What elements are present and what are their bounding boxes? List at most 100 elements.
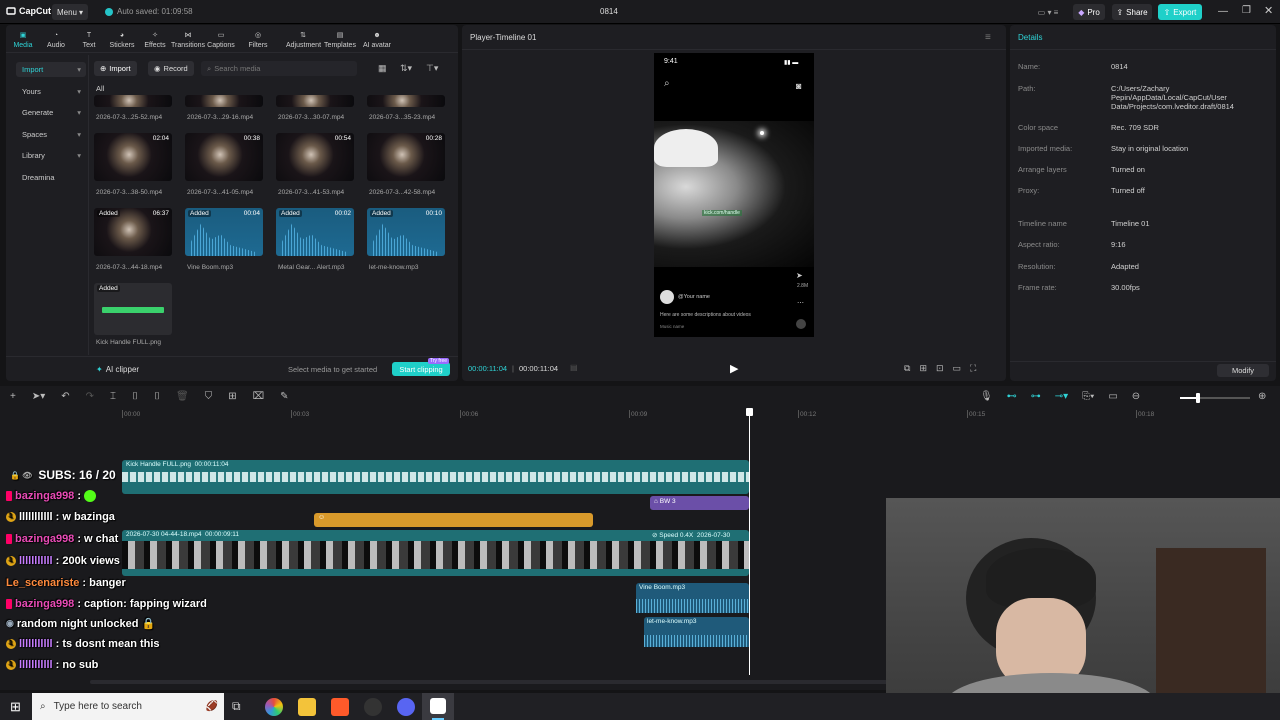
- undo-icon[interactable]: ↶: [61, 391, 69, 402]
- tab-transitions[interactable]: ⋈ Transitions: [171, 28, 205, 49]
- delete-icon[interactable]: 🗑: [176, 391, 189, 402]
- zoom-handle[interactable]: [1196, 393, 1200, 403]
- sticker-clip[interactable]: ☺: [314, 513, 593, 527]
- brave-icon[interactable]: [331, 698, 349, 716]
- video-thumbnail[interactable]: [185, 95, 263, 107]
- audio-clip-letme[interactable]: let-me-know.mp3: [644, 617, 749, 647]
- task-view-icon[interactable]: ⧉: [232, 699, 241, 714]
- split-right-icon[interactable]: ⌷: [154, 391, 160, 402]
- crop-icon[interactable]: ⊡: [936, 363, 944, 374]
- minimize-icon[interactable]: —: [1218, 6, 1228, 17]
- detail-value: 9:16: [1111, 240, 1126, 249]
- split-icon[interactable]: ⌶: [110, 391, 116, 402]
- tab-stickers[interactable]: ◕ Stickers: [105, 28, 139, 50]
- tab-effects[interactable]: ✧ Effects: [138, 28, 172, 49]
- main-video-clip[interactable]: 2026-07-30 04-44-18.mp4 00:00:09:11 ⊘ Sp…: [122, 530, 749, 576]
- audio-thumbnail[interactable]: 00:04 Added: [185, 208, 263, 256]
- sidebar-item-yours[interactable]: Yours ▾: [16, 84, 86, 99]
- video-thumbnail[interactable]: 00:38: [185, 133, 263, 181]
- video-thumbnail[interactable]: 02:04: [94, 133, 172, 181]
- obs-icon[interactable]: [364, 698, 382, 716]
- sidebar-item-spaces[interactable]: Spaces ▾: [16, 127, 86, 142]
- video-thumbnail[interactable]: 06:37 Added: [94, 208, 172, 256]
- hamburger-icon[interactable]: ≡: [985, 32, 991, 43]
- link-icon[interactable]: ⊷: [1007, 391, 1017, 402]
- snapshot-icon[interactable]: ⧉: [904, 363, 910, 374]
- close-icon[interactable]: ✕: [1264, 4, 1273, 17]
- magnet-icon[interactable]: ⊶: [1031, 391, 1041, 402]
- tab-captions[interactable]: ▭ Captions: [204, 28, 238, 49]
- split-left-icon[interactable]: ⌷: [132, 391, 138, 402]
- list-icon[interactable]: ▤: [570, 363, 578, 372]
- menu-button[interactable]: Menu ▾: [52, 4, 88, 20]
- taskbar-search[interactable]: ⌕ Type here to search 🏈: [32, 693, 224, 720]
- windows-icon[interactable]: ⊞: [10, 699, 21, 715]
- image-clip[interactable]: Kick Handle FULL.png 00:00:11:04: [122, 460, 749, 494]
- pro-button[interactable]: ◆ Pro: [1073, 4, 1105, 20]
- more-icon: ⋯: [797, 300, 804, 307]
- share-button[interactable]: ⇪ Share: [1112, 4, 1152, 20]
- tab-filters[interactable]: ◎ Filters: [241, 28, 275, 49]
- file-explorer-icon[interactable]: [298, 698, 316, 716]
- ai-clipper[interactable]: ✦ AI clipper: [96, 365, 139, 374]
- layout-button[interactable]: ▭ ▾ ≡: [1028, 4, 1068, 20]
- discord-icon[interactable]: [397, 698, 415, 716]
- select-tool-icon[interactable]: ➤▾: [32, 391, 45, 402]
- description: Here are some descriptions about videos: [660, 312, 751, 318]
- video-thumbnail[interactable]: [276, 95, 354, 107]
- import-button[interactable]: ⊕ Import: [94, 61, 137, 76]
- freeze-icon[interactable]: ⊞: [228, 391, 236, 402]
- video-thumbnail[interactable]: [367, 95, 445, 107]
- play-icon[interactable]: ▶: [730, 362, 738, 375]
- audio-clip-vine[interactable]: Vine Boom.mp3: [636, 583, 749, 613]
- magic-icon[interactable]: ✎: [280, 391, 288, 402]
- tab-templates[interactable]: ▤ Templates: [323, 28, 357, 49]
- video-thumbnail[interactable]: Added: [94, 283, 172, 335]
- redo-icon[interactable]: ↷: [86, 391, 94, 402]
- tab-text[interactable]: T Text: [72, 28, 106, 50]
- playhead[interactable]: [749, 410, 750, 675]
- search-input[interactable]: ⌕ Search media: [201, 61, 357, 76]
- tab-ai-avatar[interactable]: ☻ AI avatar: [360, 28, 394, 50]
- zoom-out-icon[interactable]: ⊖: [1132, 391, 1140, 402]
- export-button[interactable]: ⇧ Export: [1158, 4, 1202, 20]
- full-icon[interactable]: ⊞: [919, 363, 927, 374]
- video-thumbnail[interactable]: [94, 95, 172, 107]
- crop-icon[interactable]: ⌧: [253, 391, 265, 402]
- zoom-slider[interactable]: [1180, 397, 1250, 399]
- start-clipping-button[interactable]: Start clipping: [392, 362, 450, 376]
- video-thumbnail[interactable]: 00:54: [276, 133, 354, 181]
- timeline-ruler[interactable]: 00:00 00:03 00:06 00:09 00:12 00:15 00:18: [0, 408, 1280, 420]
- caption-icon[interactable]: ▭: [1108, 391, 1117, 402]
- shield-icon[interactable]: ⛉: [205, 391, 213, 402]
- capcut-taskbar-item[interactable]: [422, 693, 454, 720]
- sidebar-item-dreamina[interactable]: Dreamina: [16, 170, 86, 185]
- audio-thumbnail[interactable]: 00:10 Added: [367, 208, 445, 256]
- mic-icon[interactable]: 🎙: [980, 391, 993, 402]
- tab-media[interactable]: ▣ Media: [6, 28, 40, 49]
- audio-thumbnail[interactable]: 00:02 Added: [276, 208, 354, 256]
- sort-icon[interactable]: ⇅▾: [400, 63, 412, 74]
- grid-view-icon[interactable]: ▦: [378, 63, 387, 74]
- tab-audio[interactable]: ◔ Audio: [39, 28, 73, 50]
- sidebar-item-library[interactable]: Library ▾: [16, 148, 86, 163]
- modify-button[interactable]: Modify: [1217, 364, 1269, 377]
- ratio-icon[interactable]: ▭: [953, 363, 962, 374]
- add-icon[interactable]: +: [10, 391, 16, 402]
- copilot-icon[interactable]: [265, 698, 283, 716]
- effect-clip[interactable]: ⌂ BW 3: [650, 496, 749, 510]
- video-thumbnail[interactable]: 00:28: [367, 133, 445, 181]
- snap-icon[interactable]: ⊸▾: [1055, 391, 1068, 402]
- sidebar-item-import[interactable]: Import ▾: [16, 62, 86, 77]
- fullscreen-icon[interactable]: ⛶: [970, 363, 976, 374]
- record-button[interactable]: ◉ Record: [148, 61, 194, 76]
- sidebar-item-generate[interactable]: Generate ▾: [16, 105, 86, 120]
- filter-icon[interactable]: ⊤▾: [426, 63, 438, 74]
- video-preview[interactable]: 9:41 ▮▮ ▬ ⌕ ◙ kick.com/handle ➤ 2.8M @Yo…: [654, 53, 814, 337]
- playhead-handle[interactable]: [746, 408, 753, 416]
- tab-adjustment[interactable]: ⇅ Adjustment: [286, 28, 321, 49]
- preview-axis-icon[interactable]: ⎘▾: [1082, 391, 1094, 402]
- zoom-in-icon[interactable]: ⊕: [1258, 391, 1266, 402]
- maximize-icon[interactable]: ❐: [1242, 5, 1251, 16]
- timeline-scrollbar[interactable]: [90, 680, 890, 684]
